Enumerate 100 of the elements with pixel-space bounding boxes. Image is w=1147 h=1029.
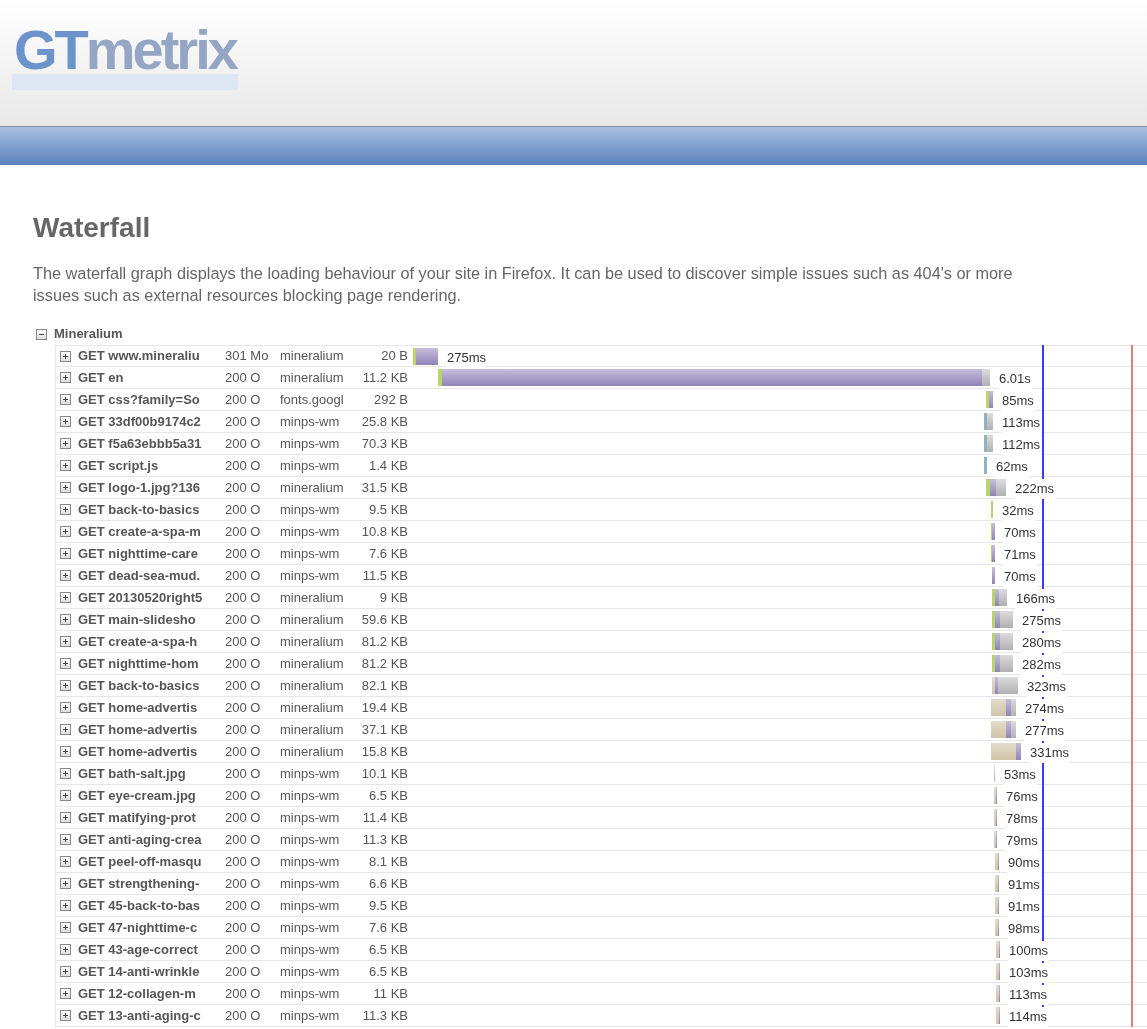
domain-name: minps-wm: [280, 1006, 341, 1025]
status-code: 200 O: [225, 478, 262, 497]
status-code: 200 O: [225, 962, 262, 981]
expand-icon[interactable]: [60, 988, 71, 999]
timing-bar: [991, 743, 1021, 760]
expand-icon[interactable]: [60, 680, 71, 691]
request-url: GET 14-anti-wrinkle: [78, 962, 201, 981]
timing-bar: [992, 633, 1013, 650]
status-code: 200 O: [225, 676, 262, 695]
timing-bar: [995, 853, 999, 870]
expand-icon[interactable]: [60, 614, 71, 625]
expand-icon[interactable]: [60, 570, 71, 581]
status-code: 200 O: [225, 588, 262, 607]
expand-icon[interactable]: [60, 966, 71, 977]
timing-bar: [986, 391, 993, 408]
file-size: 31.5 KB: [360, 478, 408, 497]
request-url: GET strengthening-: [78, 874, 201, 893]
file-size: 9.5 KB: [367, 500, 408, 519]
status-code: 200 O: [225, 984, 262, 1003]
domain-name: minps-wm: [280, 522, 341, 541]
duration-label: 280ms: [1021, 633, 1063, 653]
request-url: GET matifying-prot: [78, 808, 197, 827]
file-size: 82.1 KB: [360, 676, 408, 695]
collapse-icon[interactable]: [36, 328, 47, 340]
timing-bar: [986, 479, 1006, 496]
expand-icon[interactable]: [60, 768, 71, 779]
expand-icon[interactable]: [60, 834, 71, 845]
status-code: 200 O: [225, 456, 262, 475]
expand-icon[interactable]: [60, 658, 71, 669]
expand-icon[interactable]: [60, 504, 71, 515]
domain-name: minps-wm: [280, 808, 341, 827]
domain-name: mineralium: [280, 478, 345, 497]
expand-icon[interactable]: [60, 944, 71, 955]
expand-icon[interactable]: [60, 394, 71, 405]
timing-bar: [984, 413, 993, 430]
timing-bar: [996, 1007, 1000, 1024]
expand-icon[interactable]: [60, 636, 71, 647]
file-size: 59.6 KB: [360, 610, 408, 629]
request-url: GET 47-nighttime-c: [78, 918, 199, 937]
expand-icon[interactable]: [60, 416, 71, 427]
expand-icon[interactable]: [60, 746, 71, 757]
duration-label: 166ms: [1015, 589, 1057, 609]
expand-icon[interactable]: [60, 812, 71, 823]
request-url: GET en: [78, 368, 125, 387]
timing-bar: [984, 457, 987, 474]
domain-name: minps-wm: [280, 500, 341, 519]
file-size: 70.3 KB: [360, 434, 408, 453]
request-url: GET 45-back-to-bas: [78, 896, 202, 915]
expand-icon[interactable]: [60, 438, 71, 449]
request-url: GET bath-salt.jpg: [78, 764, 187, 783]
expand-icon[interactable]: [60, 790, 71, 801]
description-text: The waterfall graph displays the loading behaviour of your site in Firefox. It can be used to discover simple issues such as 404's or more issues such as external resources blocking page rendering.: [33, 263, 1014, 306]
status-code: 200 O: [225, 632, 262, 651]
expand-icon[interactable]: [60, 482, 71, 493]
timing-bar: [996, 985, 1000, 1002]
request-url: GET main-slidesho: [78, 610, 197, 629]
domain-name: mineralium: [280, 632, 345, 651]
expand-icon[interactable]: [60, 900, 71, 911]
duration-label: 323ms: [1026, 677, 1068, 697]
timing-bar: [994, 831, 997, 848]
timing-bar: [991, 721, 1016, 738]
duration-label: 100ms: [1008, 941, 1050, 961]
file-size: 6.5 KB: [367, 940, 408, 959]
request-url: GET f5a63ebbb5a31: [78, 434, 203, 453]
status-code: 200 O: [225, 1006, 262, 1025]
domain-name: minps-wm: [280, 962, 341, 981]
status-code: 200 O: [225, 940, 262, 959]
status-code: 200 O: [225, 412, 262, 431]
status-code: 200 O: [225, 764, 262, 783]
file-size: 25.8 KB: [360, 412, 408, 431]
expand-icon[interactable]: [60, 592, 71, 603]
expand-icon[interactable]: [60, 922, 71, 933]
status-code: 200 O: [225, 830, 262, 849]
expand-icon[interactable]: [60, 1010, 71, 1021]
expand-icon[interactable]: [60, 702, 71, 713]
file-size: 11.3 KB: [361, 830, 408, 849]
expand-icon[interactable]: [60, 526, 71, 537]
duration-label: 114ms: [1008, 1007, 1049, 1027]
status-code: 200 O: [225, 610, 262, 629]
domain-name: minps-wm: [280, 852, 341, 871]
domain-name: minps-wm: [280, 544, 341, 563]
file-size: 11 KB: [372, 984, 408, 1003]
timing-bar: [996, 963, 1000, 980]
expand-icon[interactable]: [60, 350, 71, 362]
domain-name: minps-wm: [280, 984, 341, 1003]
expand-icon[interactable]: [60, 548, 71, 559]
status-code: 200 O: [225, 500, 262, 519]
file-size: 20 B: [380, 347, 408, 366]
expand-icon[interactable]: [60, 460, 71, 471]
expand-icon[interactable]: [60, 724, 71, 735]
domain-name: minps-wm: [280, 412, 341, 431]
domain-name: minps-wm: [280, 764, 341, 783]
expand-icon[interactable]: [60, 856, 71, 867]
request-url: GET 43-age-correct: [78, 940, 199, 959]
file-size: 7.6 KB: [367, 918, 408, 937]
file-size: 10.8 KB: [360, 522, 408, 541]
expand-icon[interactable]: [60, 878, 71, 889]
group-label: Mineralium: [54, 325, 123, 344]
status-code: 200 O: [225, 566, 262, 585]
expand-icon[interactable]: [60, 372, 71, 383]
